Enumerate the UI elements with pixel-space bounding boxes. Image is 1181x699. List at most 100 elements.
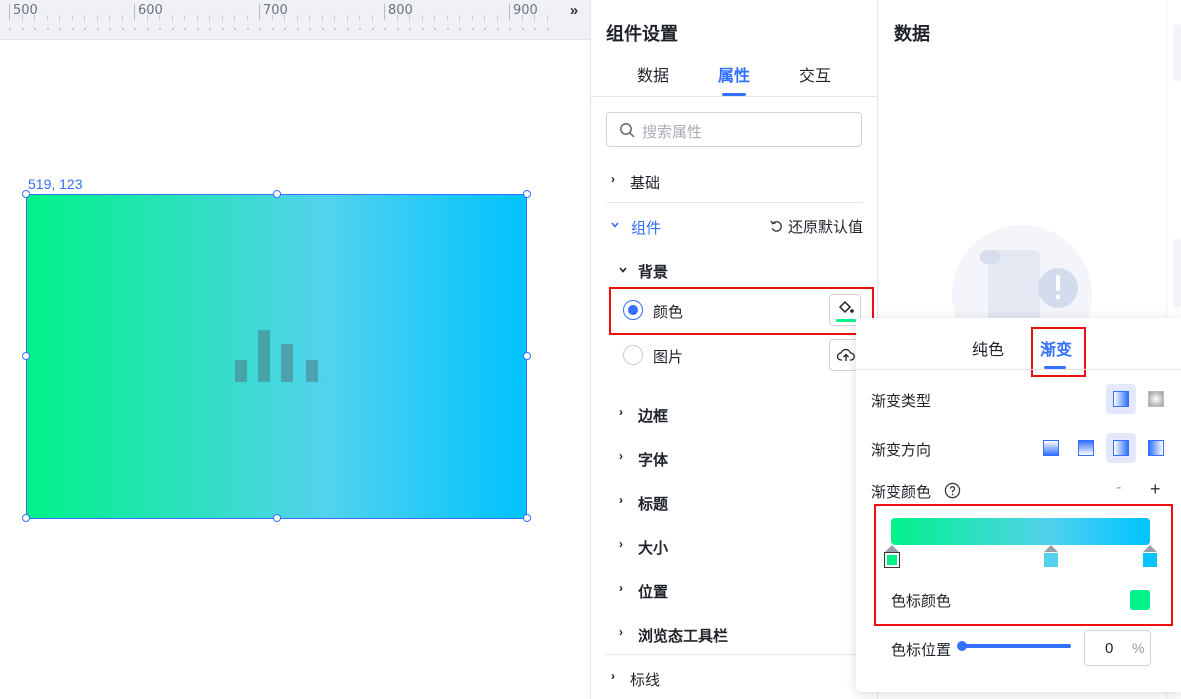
direction-right-button[interactable] bbox=[1106, 433, 1136, 463]
ruler-dot bbox=[297, 28, 299, 30]
resize-handle-ne[interactable] bbox=[523, 190, 531, 198]
ruler-major-tick bbox=[509, 4, 510, 20]
search-placeholder: 搜索属性 bbox=[642, 124, 703, 141]
linear-gradient-icon bbox=[1113, 391, 1129, 407]
slider-handle[interactable] bbox=[957, 641, 967, 651]
ruler-dot bbox=[272, 28, 274, 30]
section-basic[interactable]: 基础 bbox=[630, 172, 660, 193]
radial-gradient-icon bbox=[1148, 391, 1164, 407]
resize-handle-e[interactable] bbox=[523, 352, 531, 360]
ruler-dot bbox=[497, 28, 499, 30]
color-stop-2[interactable] bbox=[1044, 553, 1058, 567]
ruler-dot bbox=[284, 28, 286, 30]
ruler-dot bbox=[247, 28, 249, 30]
ruler-minor-tick bbox=[372, 15, 373, 21]
section-size[interactable]: 大小 bbox=[638, 537, 668, 558]
section-title[interactable]: 标题 bbox=[638, 493, 668, 514]
color-stop-3[interactable] bbox=[1143, 553, 1157, 567]
ruler-minor-tick bbox=[434, 15, 435, 21]
ruler-dot bbox=[322, 28, 324, 30]
radial-gradient-button[interactable] bbox=[1141, 384, 1171, 414]
search-input[interactable]: 搜索属性 bbox=[606, 112, 862, 147]
ruler-minor-tick bbox=[34, 15, 35, 21]
chevron-right-icon: › bbox=[619, 449, 623, 463]
stop-position-input[interactable]: 0 % bbox=[1084, 630, 1151, 666]
ruler-minor-tick bbox=[284, 15, 285, 21]
ruler-dot bbox=[359, 28, 361, 30]
chevron-right-icon: › bbox=[619, 581, 623, 595]
section-markline[interactable]: 标线 bbox=[630, 669, 660, 690]
ruler-minor-tick bbox=[22, 15, 23, 21]
section-border[interactable]: 边框 bbox=[638, 405, 668, 426]
resize-handle-n[interactable] bbox=[273, 190, 281, 198]
ruler-dot bbox=[509, 28, 511, 30]
stop-pointer bbox=[885, 545, 899, 552]
resize-handle-w[interactable] bbox=[22, 352, 30, 360]
ruler-minor-tick bbox=[72, 15, 73, 21]
linear-gradient-button[interactable] bbox=[1106, 384, 1136, 414]
ruler-dot bbox=[334, 28, 336, 30]
ruler-minor-tick bbox=[534, 15, 535, 21]
ruler-minor-tick bbox=[272, 15, 273, 21]
bar-chart-icon bbox=[235, 360, 247, 382]
empty-state-illustration bbox=[952, 225, 1092, 325]
section-font[interactable]: 字体 bbox=[638, 449, 668, 470]
ruler-minor-tick bbox=[59, 15, 60, 21]
ruler-minor-tick bbox=[397, 15, 398, 21]
ruler-minor-tick bbox=[359, 15, 360, 21]
section-component[interactable]: 组件 bbox=[631, 217, 661, 238]
ruler-dot bbox=[22, 28, 24, 30]
resize-handle-s[interactable] bbox=[273, 514, 281, 522]
ruler-dot bbox=[472, 28, 474, 30]
stop-color-label: 色标颜色 bbox=[891, 593, 952, 610]
direction-up-button[interactable] bbox=[1036, 433, 1066, 463]
radio-bg-image[interactable] bbox=[623, 345, 643, 365]
gradient-type-label: 渐变类型 bbox=[871, 393, 932, 410]
gradient-left-icon bbox=[1148, 440, 1164, 456]
selected-widget[interactable] bbox=[22, 190, 531, 522]
ruler-minor-tick bbox=[172, 15, 173, 21]
section-position[interactable]: 位置 bbox=[638, 581, 668, 602]
direction-left-button[interactable] bbox=[1141, 433, 1171, 463]
ruler-minor-tick bbox=[109, 15, 110, 21]
tab-solid-color[interactable]: 纯色 bbox=[972, 336, 1004, 360]
direction-down-button[interactable] bbox=[1071, 433, 1101, 463]
resize-handle-nw[interactable] bbox=[22, 190, 30, 198]
stop-position-slider[interactable] bbox=[957, 641, 1071, 651]
ruler-minor-tick bbox=[484, 15, 485, 21]
ruler-dot bbox=[534, 28, 536, 30]
bar-chart-icon-bar bbox=[281, 344, 293, 382]
section-background[interactable]: 背景 bbox=[638, 261, 668, 282]
ruler-minor-tick bbox=[84, 15, 85, 21]
ruler-dot bbox=[122, 28, 124, 30]
scroll-marker bbox=[1173, 24, 1181, 82]
ruler-dot bbox=[309, 28, 311, 30]
remove-stop-button[interactable]: - bbox=[1116, 479, 1121, 497]
stop-position-label: 色标位置 bbox=[891, 642, 952, 659]
tab-properties[interactable]: 属性 bbox=[718, 62, 750, 86]
ruler-minor-tick bbox=[147, 15, 148, 21]
ruler-minor-tick bbox=[522, 15, 523, 21]
resize-handle-sw[interactable] bbox=[22, 514, 30, 522]
ruler-minor-tick bbox=[184, 15, 185, 21]
double-chevron-right-icon[interactable]: » bbox=[562, 2, 586, 22]
undo-icon[interactable] bbox=[769, 219, 784, 234]
help-icon[interactable] bbox=[944, 482, 961, 499]
chevron-down-icon bbox=[611, 222, 619, 228]
gradient-preview-bar[interactable] bbox=[891, 518, 1150, 545]
resize-handle-se[interactable] bbox=[523, 514, 531, 522]
chevron-down-icon bbox=[619, 267, 627, 273]
stop-color-swatch[interactable] bbox=[1130, 590, 1150, 610]
horizontal-ruler: 500 600 700 800 900 » bbox=[0, 0, 590, 40]
radio-bg-color[interactable] bbox=[623, 300, 643, 320]
section-browse-toolbar[interactable]: 浏览态工具栏 bbox=[638, 625, 728, 646]
tab-data[interactable]: 数据 bbox=[637, 62, 669, 86]
tab-interaction[interactable]: 交互 bbox=[799, 62, 831, 86]
restore-defaults-button[interactable]: 还原默认值 bbox=[788, 216, 863, 237]
ruler-dot bbox=[484, 28, 486, 30]
add-stop-button[interactable]: + bbox=[1150, 479, 1161, 500]
chevron-right-icon: › bbox=[611, 172, 615, 186]
color-stop-1[interactable] bbox=[884, 552, 900, 568]
ruler-dot bbox=[397, 28, 399, 30]
ruler-major-tick bbox=[9, 4, 10, 20]
